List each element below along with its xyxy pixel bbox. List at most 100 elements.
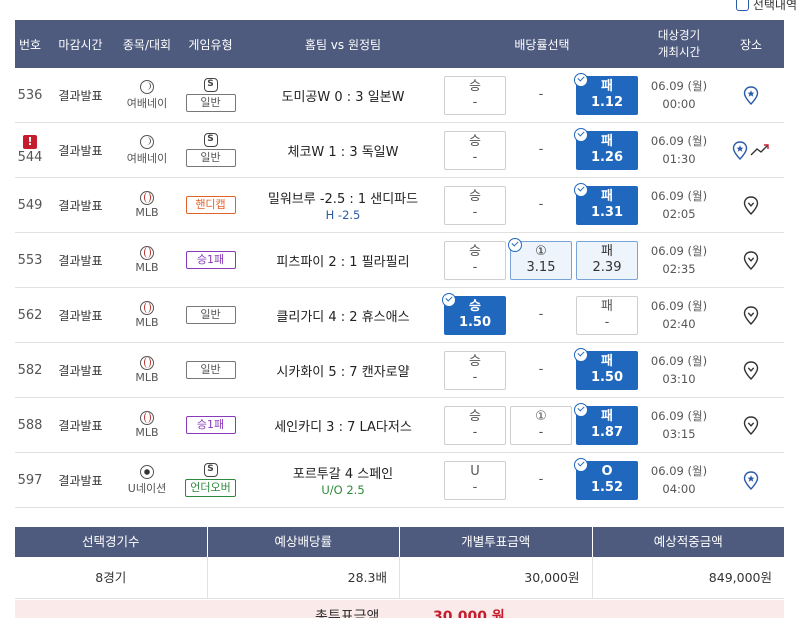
- odd-button[interactable]: ①-: [510, 405, 572, 445]
- row-type: 승1패: [178, 251, 243, 269]
- odd-button[interactable]: O 1.52: [574, 457, 638, 500]
- sport-label: MLB: [135, 261, 159, 274]
- row-place: [718, 471, 784, 490]
- match-text: 도미공W 0 : 3 일본W: [281, 89, 405, 105]
- odd-button[interactable]: 승-: [444, 350, 506, 390]
- favorite-pin-icon[interactable]: [743, 471, 759, 490]
- selection-checkbox[interactable]: [735, 0, 749, 11]
- row-no-cell: 562: [15, 308, 45, 323]
- table-row: 597 결과발표 U네이션 S 언더오버 포르투갈 4 스페인 U/O 2.5 …: [15, 453, 784, 508]
- sport-label: 여배네이: [126, 96, 168, 110]
- game-type-tag: 승1패: [185, 251, 236, 269]
- row-match: 피츠파이 2 : 1 필라필리: [243, 251, 443, 270]
- header-date: 대상경기 개최시간: [640, 27, 718, 61]
- odd-button[interactable]: 패 2.39: [576, 240, 638, 280]
- odd-button[interactable]: 패 1.50: [574, 347, 638, 390]
- row-place: [718, 86, 784, 105]
- match-sub: H -2.5: [325, 208, 361, 222]
- row-place: [718, 306, 784, 325]
- odd-button[interactable]: 패-: [576, 295, 638, 335]
- odd-label: -: [538, 142, 544, 157]
- row-match: 시카화이 5 : 7 캔자로얄: [243, 361, 443, 380]
- sport-label: MLB: [135, 316, 159, 329]
- row-place: [718, 416, 784, 435]
- odd-button: -: [510, 351, 572, 390]
- row-no-cell: ! 544: [15, 135, 45, 165]
- location-pin-icon[interactable]: [743, 361, 759, 380]
- odd-button[interactable]: 패 1.31: [574, 182, 638, 225]
- odd-label: 승: [469, 79, 481, 94]
- odd-button[interactable]: 승-: [444, 185, 506, 225]
- volleyball-icon: [140, 79, 154, 94]
- odd-label: -: [538, 472, 544, 487]
- odd-button[interactable]: 승-: [444, 405, 506, 445]
- check-icon: [574, 182, 588, 197]
- row-sport: 여배네이: [116, 134, 178, 166]
- summary-table: 선택경기수 예상배당률 개별투표금액 예상적중금액 8경기 28.3배 30,0…: [15, 527, 784, 599]
- row-match: 세인카디 3 : 7 LA다저스: [243, 416, 443, 435]
- row-no-cell: 597: [15, 473, 45, 488]
- table-row: 588 결과발표 MLB 승1패 세인카디 3 : 7 LA다저스 승-①-패1…: [15, 398, 784, 453]
- row-place: [718, 361, 784, 380]
- odd-button[interactable]: 패 1.12: [574, 72, 638, 115]
- odd-value: 1.50: [590, 370, 624, 385]
- row-match: 도미공W 0 : 3 일본W: [243, 86, 443, 105]
- favorite-pin-icon[interactable]: [743, 86, 759, 105]
- row-date: 06.09 (월) 03:10: [640, 352, 718, 388]
- summary-payout: 849,000원: [708, 570, 772, 585]
- total-bet-label: 총투표금액: [315, 609, 380, 618]
- check-icon: [574, 127, 588, 142]
- game-type-tag: 일반: [185, 149, 236, 167]
- odd-button[interactable]: 승-: [444, 75, 506, 115]
- summary-header-bet: 개별투표금액: [400, 527, 593, 557]
- odd-label: O: [601, 464, 613, 479]
- odd-label: 패: [601, 189, 613, 204]
- table-header: 번호 마감시간 종목/대회 게임유형 홈팀 vs 원정팀 배당률선택 대상경기 …: [15, 20, 784, 68]
- odd-label: 승: [469, 244, 481, 259]
- odd-button[interactable]: ① 3.15: [508, 237, 572, 280]
- match-time: 02:40: [662, 317, 696, 331]
- row-status: 결과발표: [58, 143, 103, 158]
- row-sport: MLB: [116, 411, 178, 439]
- trend-chart-icon[interactable]: [750, 142, 770, 158]
- row-status: 결과발표: [58, 198, 103, 213]
- odd-value: 1.50: [458, 315, 492, 330]
- baseball-icon: [140, 411, 154, 425]
- match-time: 02:35: [662, 262, 696, 276]
- table-row: ! 544 결과발표 여배네이 S 일반 체코W 1 : 3 독일W 승--패1…: [15, 123, 784, 178]
- odd-button[interactable]: 승 1.50: [442, 292, 506, 335]
- odd-button: -: [510, 296, 572, 335]
- table-row: 582 결과발표 MLB 일반 시카화이 5 : 7 캔자로얄 승 - - 패 1.50…: [15, 343, 784, 398]
- match-text: 체코W 1 : 3 독일W: [287, 144, 399, 160]
- location-pin-icon[interactable]: [743, 416, 759, 435]
- odd-value: 1.12: [590, 95, 624, 110]
- odd-button[interactable]: 패 1.87: [574, 402, 638, 445]
- odd-button[interactable]: U-: [444, 460, 506, 500]
- odd-value: -: [472, 425, 478, 440]
- check-icon: [574, 72, 588, 87]
- check-icon: [574, 347, 588, 362]
- row-date: 06.09 (월) 04:00: [640, 462, 718, 498]
- game-type-tag: 일반: [185, 94, 236, 112]
- selection-toggle[interactable]: 선택내역: [735, 0, 797, 13]
- location-pin-icon[interactable]: [743, 251, 759, 270]
- header-date-line1: 대상경기: [657, 28, 701, 42]
- match-text: 피츠파이 2 : 1 필라필리: [276, 254, 410, 270]
- row-sport: MLB: [116, 191, 178, 219]
- odd-button[interactable]: 패 1.26: [574, 127, 638, 170]
- row-place: [718, 196, 784, 215]
- odd-value: -: [472, 480, 478, 495]
- location-pin-icon[interactable]: [743, 196, 759, 215]
- location-pin-icon[interactable]: [743, 306, 759, 325]
- match-date: 06.09 (월): [650, 79, 708, 93]
- row-no-cell: 553: [15, 253, 45, 268]
- row-odds: U - - O 1.52: [443, 457, 640, 500]
- odd-button[interactable]: 승-: [444, 240, 506, 280]
- special-badge: S: [203, 463, 218, 477]
- odd-button[interactable]: 승-: [444, 130, 506, 170]
- odd-value: -: [538, 425, 544, 440]
- row-odds: 승 - ① 3.15 패 2.39: [443, 237, 640, 280]
- favorite-pin-icon[interactable]: [732, 141, 748, 160]
- header-deadline: 마감시간: [58, 37, 103, 52]
- baseball-icon: [140, 246, 154, 260]
